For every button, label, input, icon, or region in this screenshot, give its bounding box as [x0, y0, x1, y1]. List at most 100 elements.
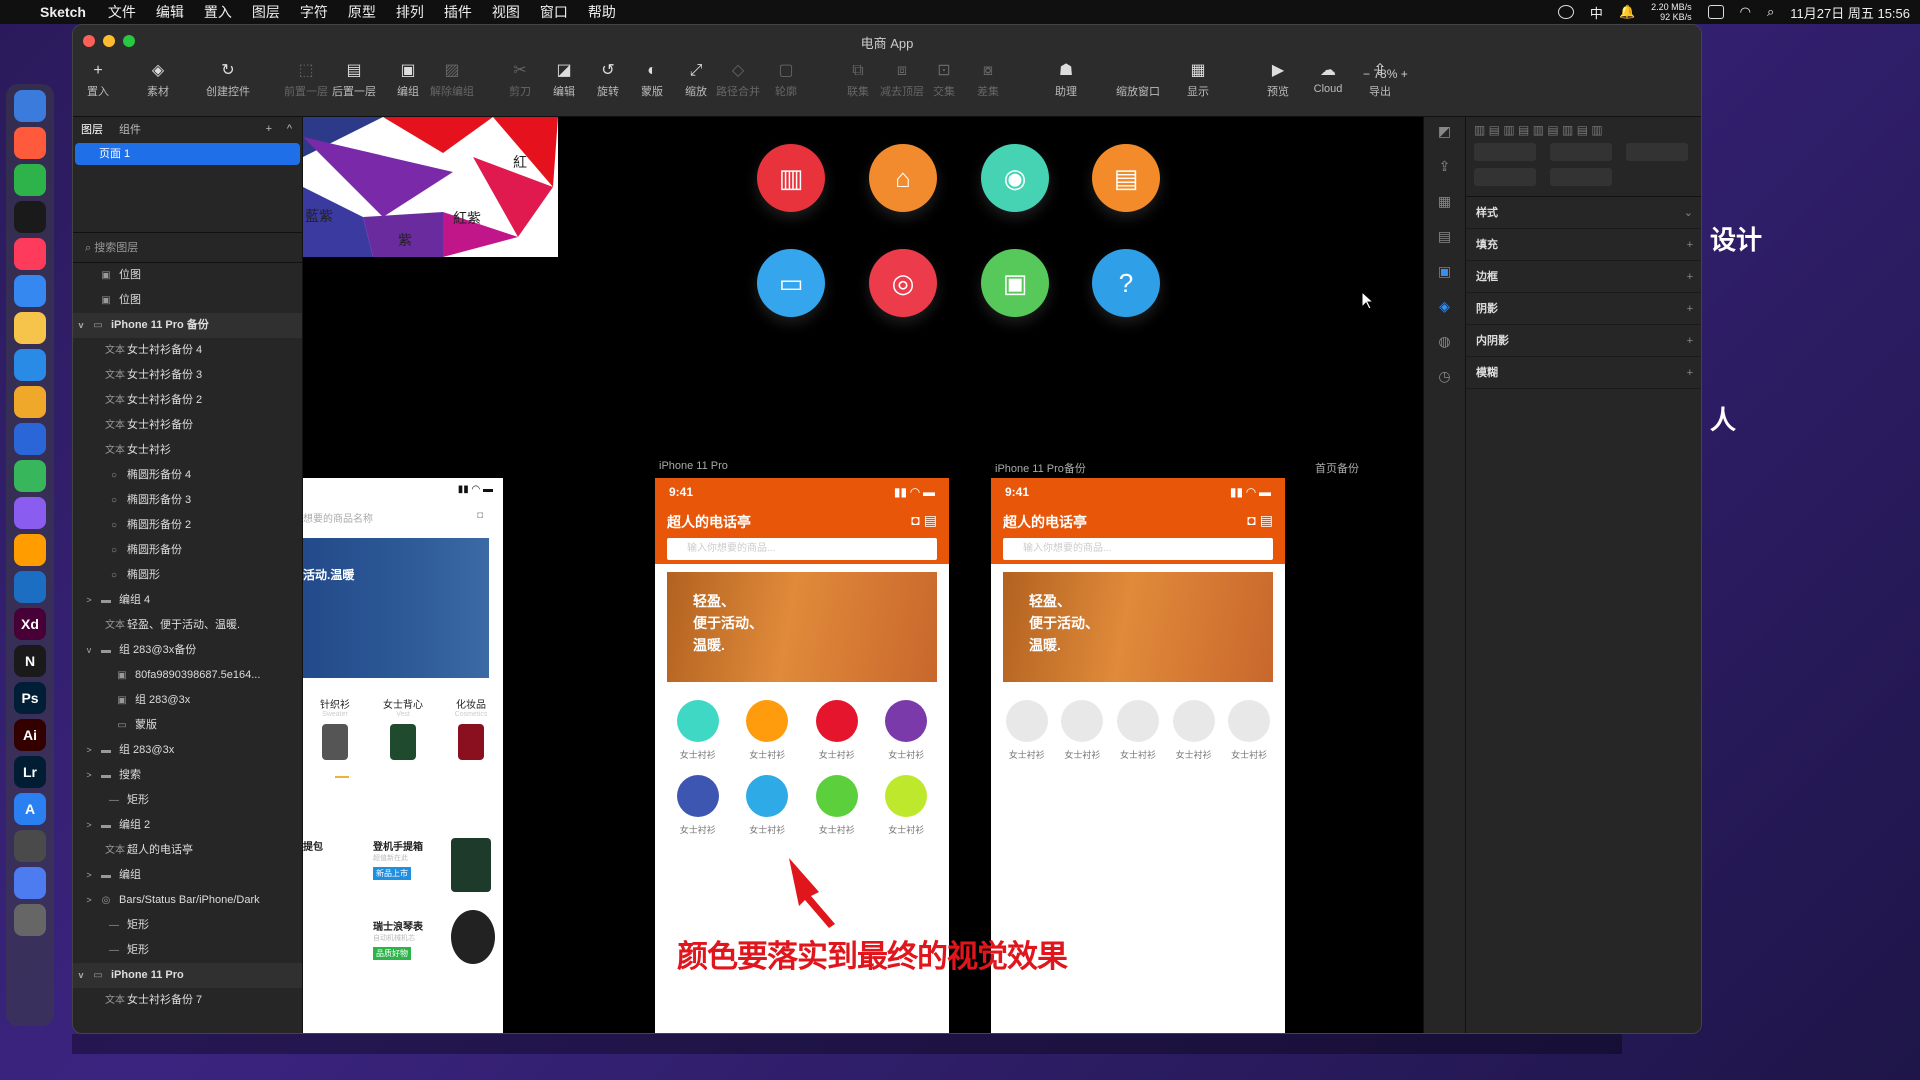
- banner[interactable]: 轻盈、 便于活动、 温暖.: [1003, 572, 1273, 682]
- dock-app-icon[interactable]: [14, 201, 46, 233]
- product-item[interactable]: 登机手提箱 超值新在此 新品上市: [373, 838, 453, 880]
- add-icon[interactable]: +: [1687, 293, 1693, 324]
- toolbar-button[interactable]: ⊡ 交集: [919, 59, 969, 99]
- category-item[interactable]: 女士衬衫: [733, 700, 803, 761]
- disclosure-icon[interactable]: >: [81, 888, 97, 913]
- tab-layers[interactable]: 图层: [81, 121, 103, 137]
- dock-app-icon[interactable]: [14, 90, 46, 122]
- dock-app-icon[interactable]: Ai: [14, 719, 46, 751]
- dock-app-icon[interactable]: [14, 497, 46, 529]
- toolbar-button[interactable]: 缩放窗口: [1113, 59, 1163, 99]
- toolbar-button[interactable]: ☁ Cloud: [1303, 59, 1353, 95]
- toolbar-button[interactable]: ◪ 编辑: [539, 59, 589, 99]
- menu-item[interactable]: 窗口: [540, 2, 568, 22]
- toolbar-button[interactable]: + 置入: [73, 59, 123, 99]
- menu-item[interactable]: 字符: [300, 2, 328, 22]
- add-page-icon[interactable]: +: [266, 123, 272, 135]
- layer-row[interactable]: 文本 女士衬衫备份 4: [73, 338, 302, 363]
- dock-app-icon[interactable]: [14, 904, 46, 936]
- toolbar-button[interactable]: ▣ 编组: [383, 59, 433, 99]
- layer-row[interactable]: v ▬ 组 283@3x备份: [73, 638, 302, 663]
- inspector-section[interactable]: 内阴影 +: [1466, 325, 1701, 357]
- layer-row[interactable]: 文本 女士衬衫备份 2: [73, 388, 302, 413]
- zoom-control[interactable]: − 78% +: [1363, 67, 1408, 81]
- add-icon[interactable]: +: [1687, 261, 1693, 292]
- artboard-label-3[interactable]: 首页备份: [1315, 460, 1359, 476]
- menu-item[interactable]: 帮助: [588, 2, 616, 22]
- add-icon[interactable]: +: [1687, 325, 1693, 356]
- menu-item[interactable]: 置入: [204, 2, 232, 22]
- toolbar-button[interactable]: ⬚ 前置一层: [281, 59, 331, 99]
- rotation-field[interactable]: [1626, 143, 1688, 161]
- product-item[interactable]: 提包: [303, 838, 383, 853]
- input-method[interactable]: 中: [1590, 3, 1603, 22]
- menu-item[interactable]: 图层: [252, 2, 280, 22]
- layout-icon[interactable]: ▣: [1438, 263, 1451, 280]
- toolbar-button[interactable]: ✂ 剪刀: [495, 59, 545, 99]
- layer-row[interactable]: > ▬ 搜索: [73, 763, 302, 788]
- toolbar-button[interactable]: ▨ 解除编组: [427, 59, 477, 99]
- toolbar-button[interactable]: ⧇ 差集: [963, 59, 1013, 99]
- category-item[interactable]: 女士衬衫: [1221, 700, 1277, 761]
- layer-row[interactable]: — 矩形: [73, 788, 302, 813]
- menu-item[interactable]: 文件: [108, 2, 136, 22]
- help-icon[interactable]: ?: [1092, 249, 1160, 317]
- category-item[interactable]: 女士衬衫: [1166, 700, 1222, 761]
- menu-item[interactable]: 原型: [348, 2, 376, 22]
- layer-row[interactable]: v ▭ iPhone 11 Pro: [73, 963, 302, 988]
- search-input[interactable]: 输入你想要的商品...: [667, 538, 937, 560]
- category-item[interactable]: 针织衫 Sweater: [305, 696, 365, 766]
- dock-app-icon[interactable]: N: [14, 645, 46, 677]
- layer-row[interactable]: > ▬ 编组: [73, 863, 302, 888]
- category-item[interactable]: 女士衬衫: [663, 700, 733, 761]
- layer-row[interactable]: 文本 女士衬衫备份: [73, 413, 302, 438]
- layer-row[interactable]: ○ 椭圆形备份 2: [73, 513, 302, 538]
- category-item[interactable]: 女士衬衫: [733, 775, 803, 836]
- add-icon[interactable]: +: [1687, 229, 1693, 260]
- banner[interactable]: 轻盈、 便于活动、 温暖.: [667, 572, 937, 682]
- chevron-down-icon[interactable]: ⌄: [1684, 197, 1693, 228]
- monitor-icon[interactable]: ▭: [757, 249, 825, 317]
- disclosure-icon[interactable]: v: [73, 963, 89, 988]
- toolbar-button[interactable]: ▶ 预览: [1253, 59, 1303, 99]
- home-icon[interactable]: ⌂: [869, 144, 937, 212]
- app-menu[interactable]: Sketch: [40, 4, 86, 20]
- dock-app-icon[interactable]: [14, 349, 46, 381]
- book-icon[interactable]: ▤: [1092, 144, 1160, 212]
- history-icon[interactable]: ◷: [1438, 368, 1450, 385]
- layer-row[interactable]: ▣ 80fa9890398687.5e164...: [73, 663, 302, 688]
- disclosure-icon[interactable]: >: [81, 738, 97, 763]
- artboard-home-partial[interactable]: ▮▮ ◠ ▬ 想要的商品名称 ◘ 活动.温暖 针织衫 Sweater 女士背心 Vest…: [303, 478, 503, 1033]
- export-icon[interactable]: ⇪: [1439, 158, 1451, 175]
- menu-item[interactable]: 排列: [396, 2, 424, 22]
- zoom-in-icon[interactable]: +: [1397, 67, 1408, 81]
- inspector-section[interactable]: 填充 +: [1466, 229, 1701, 261]
- category-item[interactable]: 女士衬衫: [872, 775, 942, 836]
- building-icon[interactable]: ▥: [757, 144, 825, 212]
- layer-row[interactable]: ▣ 位图: [73, 263, 302, 288]
- toolbar-button[interactable]: ↻ 创建控件: [203, 59, 253, 99]
- width-field[interactable]: [1474, 168, 1536, 186]
- disclosure-icon[interactable]: v: [73, 313, 89, 338]
- toolbar-button[interactable]: ◐ 蒙版: [627, 59, 677, 99]
- notification-icon[interactable]: 🔔: [1619, 4, 1635, 20]
- dock-app-icon[interactable]: [14, 238, 46, 270]
- symbol-icon[interactable]: ◈: [1439, 298, 1450, 315]
- category-item[interactable]: 女士衬衫: [872, 700, 942, 761]
- toolbar-button[interactable]: ▢ 轮廓: [761, 59, 811, 99]
- artboard-label-2[interactable]: iPhone 11 Pro备份: [995, 460, 1086, 476]
- dock-app-icon[interactable]: A: [14, 793, 46, 825]
- layer-row[interactable]: v ▭ iPhone 11 Pro 备份: [73, 313, 302, 338]
- wifi-icon[interactable]: ◠: [1740, 4, 1751, 20]
- layer-row[interactable]: 文本 轻盈、便于活动、温暖.: [73, 613, 302, 638]
- grid-icon[interactable]: ▦: [1438, 193, 1451, 210]
- disclosure-icon[interactable]: >: [81, 763, 97, 788]
- dock-app-icon[interactable]: [14, 386, 46, 418]
- dock-app-icon[interactable]: [14, 127, 46, 159]
- align-toolbar[interactable]: ▥ ▤ ▥ ▤ ▥ ▤ ▥ ▤ ▥: [1466, 117, 1701, 139]
- menu-item[interactable]: 插件: [444, 2, 472, 22]
- product-item[interactable]: 瑞士浪琴表 自动机械机芯 品质好物: [373, 918, 453, 960]
- layer-row[interactable]: 文本 女士衬衫备份 7: [73, 988, 302, 1013]
- banner[interactable]: 活动.温暖: [303, 538, 489, 678]
- dock-app-icon[interactable]: [14, 534, 46, 566]
